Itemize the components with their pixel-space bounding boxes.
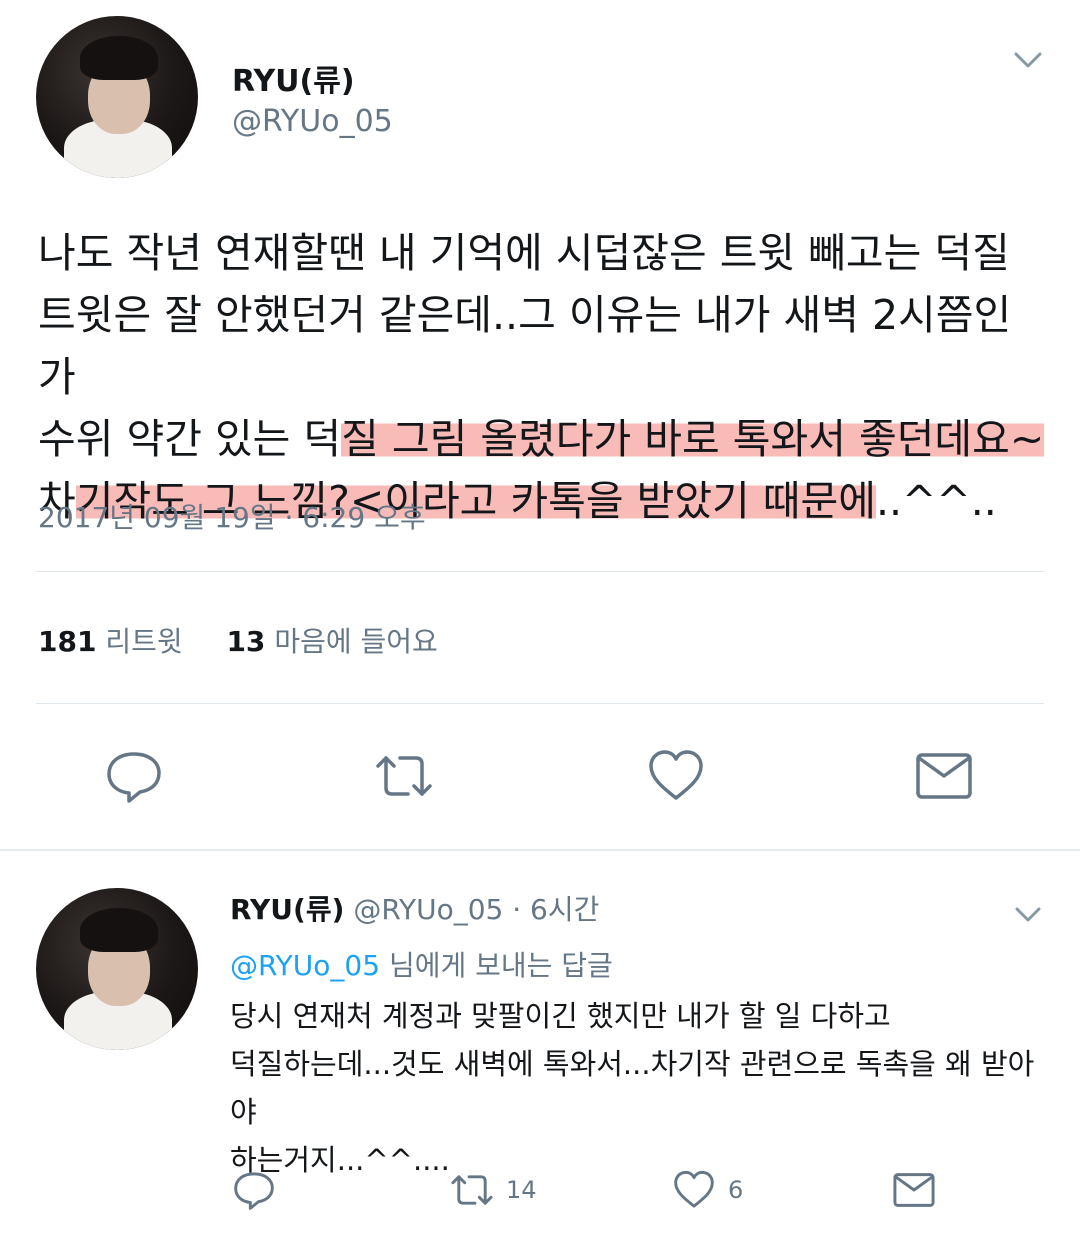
user-handle[interactable]: @RYUo_05 bbox=[232, 104, 393, 139]
reply-handle[interactable]: @RYUo_05 bbox=[353, 893, 503, 926]
reply-avatar[interactable] bbox=[36, 888, 198, 1050]
tweet-line: 트윗은 잘 안했던거 같은데..그 이유는 내가 새벽 2시쯤인가 bbox=[38, 291, 1012, 401]
tweet-timestamp: 2017년 09월 19일 · 6:29 오후 bbox=[38, 501, 426, 534]
reply-like-count: 6 bbox=[728, 1176, 744, 1204]
display-name[interactable]: RYU(류) bbox=[232, 56, 355, 100]
reply-button[interactable] bbox=[104, 746, 164, 806]
divider bbox=[36, 571, 1044, 572]
reply-display-name[interactable]: RYU(류) bbox=[230, 893, 344, 926]
chevron-down-icon[interactable] bbox=[1012, 898, 1044, 930]
avatar[interactable] bbox=[36, 16, 198, 178]
replying-mention-link[interactable]: @RYUo_05 bbox=[230, 949, 380, 982]
section-divider bbox=[0, 849, 1080, 851]
reply-like-button[interactable]: 6 bbox=[672, 1168, 743, 1212]
replying-suffix: 님에게 보내는 답글 bbox=[388, 949, 613, 982]
reply-retweet-count: 14 bbox=[506, 1176, 537, 1204]
retweet-icon bbox=[376, 756, 432, 796]
reply-retweet-button[interactable]: 14 bbox=[450, 1168, 537, 1212]
retweet-button[interactable] bbox=[374, 746, 434, 806]
tweet-line: 수위 약간 있는 덕질 그림 올렸다가 바로 톡와서 좋던데요~ bbox=[38, 415, 1045, 463]
reply-text: 당시 연재처 계정과 맞팔이긴 했지만 내가 할 일 다하고 덕질하는데...것… bbox=[230, 992, 1050, 1184]
chevron-down-icon[interactable] bbox=[1010, 42, 1046, 78]
like-label[interactable]: 마음에 들어요 bbox=[274, 625, 437, 658]
reply-reply-button[interactable] bbox=[232, 1168, 276, 1212]
tweet-text: 나도 작년 연재할땐 내 기억에 시덥잖은 트윗 빼고는 덕질 트윗은 잘 안했… bbox=[38, 222, 1048, 532]
direct-message-button[interactable] bbox=[914, 746, 974, 806]
envelope-icon bbox=[916, 753, 972, 799]
reply-age: · 6시간 bbox=[512, 893, 600, 926]
divider bbox=[36, 703, 1044, 704]
tweet-line: 나도 작년 연재할땐 내 기억에 시덥잖은 트윗 빼고는 덕질 bbox=[38, 229, 1010, 277]
highlighted-text: 질 그림 올렸다가 바로 톡와서 좋던데요~ bbox=[341, 415, 1045, 463]
replying-to: @RYUo_05 님에게 보내는 답글 bbox=[230, 944, 613, 984]
heart-icon bbox=[674, 1170, 714, 1208]
like-button[interactable] bbox=[646, 746, 706, 806]
reply-dm-button[interactable] bbox=[892, 1168, 936, 1212]
reply-header: RYU(류) @RYUo_05 · 6시간 bbox=[230, 888, 599, 928]
reply-line: 덕질하는데...것도 새벽에 톡와서...차기작 관련으로 독촉을 왜 받아야 bbox=[230, 1047, 1035, 1129]
retweet-icon bbox=[451, 1175, 493, 1205]
retweet-label[interactable]: 리트윗 bbox=[105, 625, 182, 658]
envelope-icon bbox=[893, 1173, 935, 1207]
reply-line: 당시 연재처 계정과 맞팔이긴 했지만 내가 할 일 다하고 bbox=[230, 999, 891, 1033]
like-count[interactable]: 13 bbox=[226, 625, 265, 658]
heart-icon bbox=[649, 750, 703, 800]
engagement-stats: 181 리트윗 13 마음에 들어요 bbox=[38, 620, 438, 660]
retweet-count[interactable]: 181 bbox=[38, 625, 96, 658]
reply-icon bbox=[107, 752, 161, 803]
reply-icon bbox=[234, 1172, 274, 1210]
